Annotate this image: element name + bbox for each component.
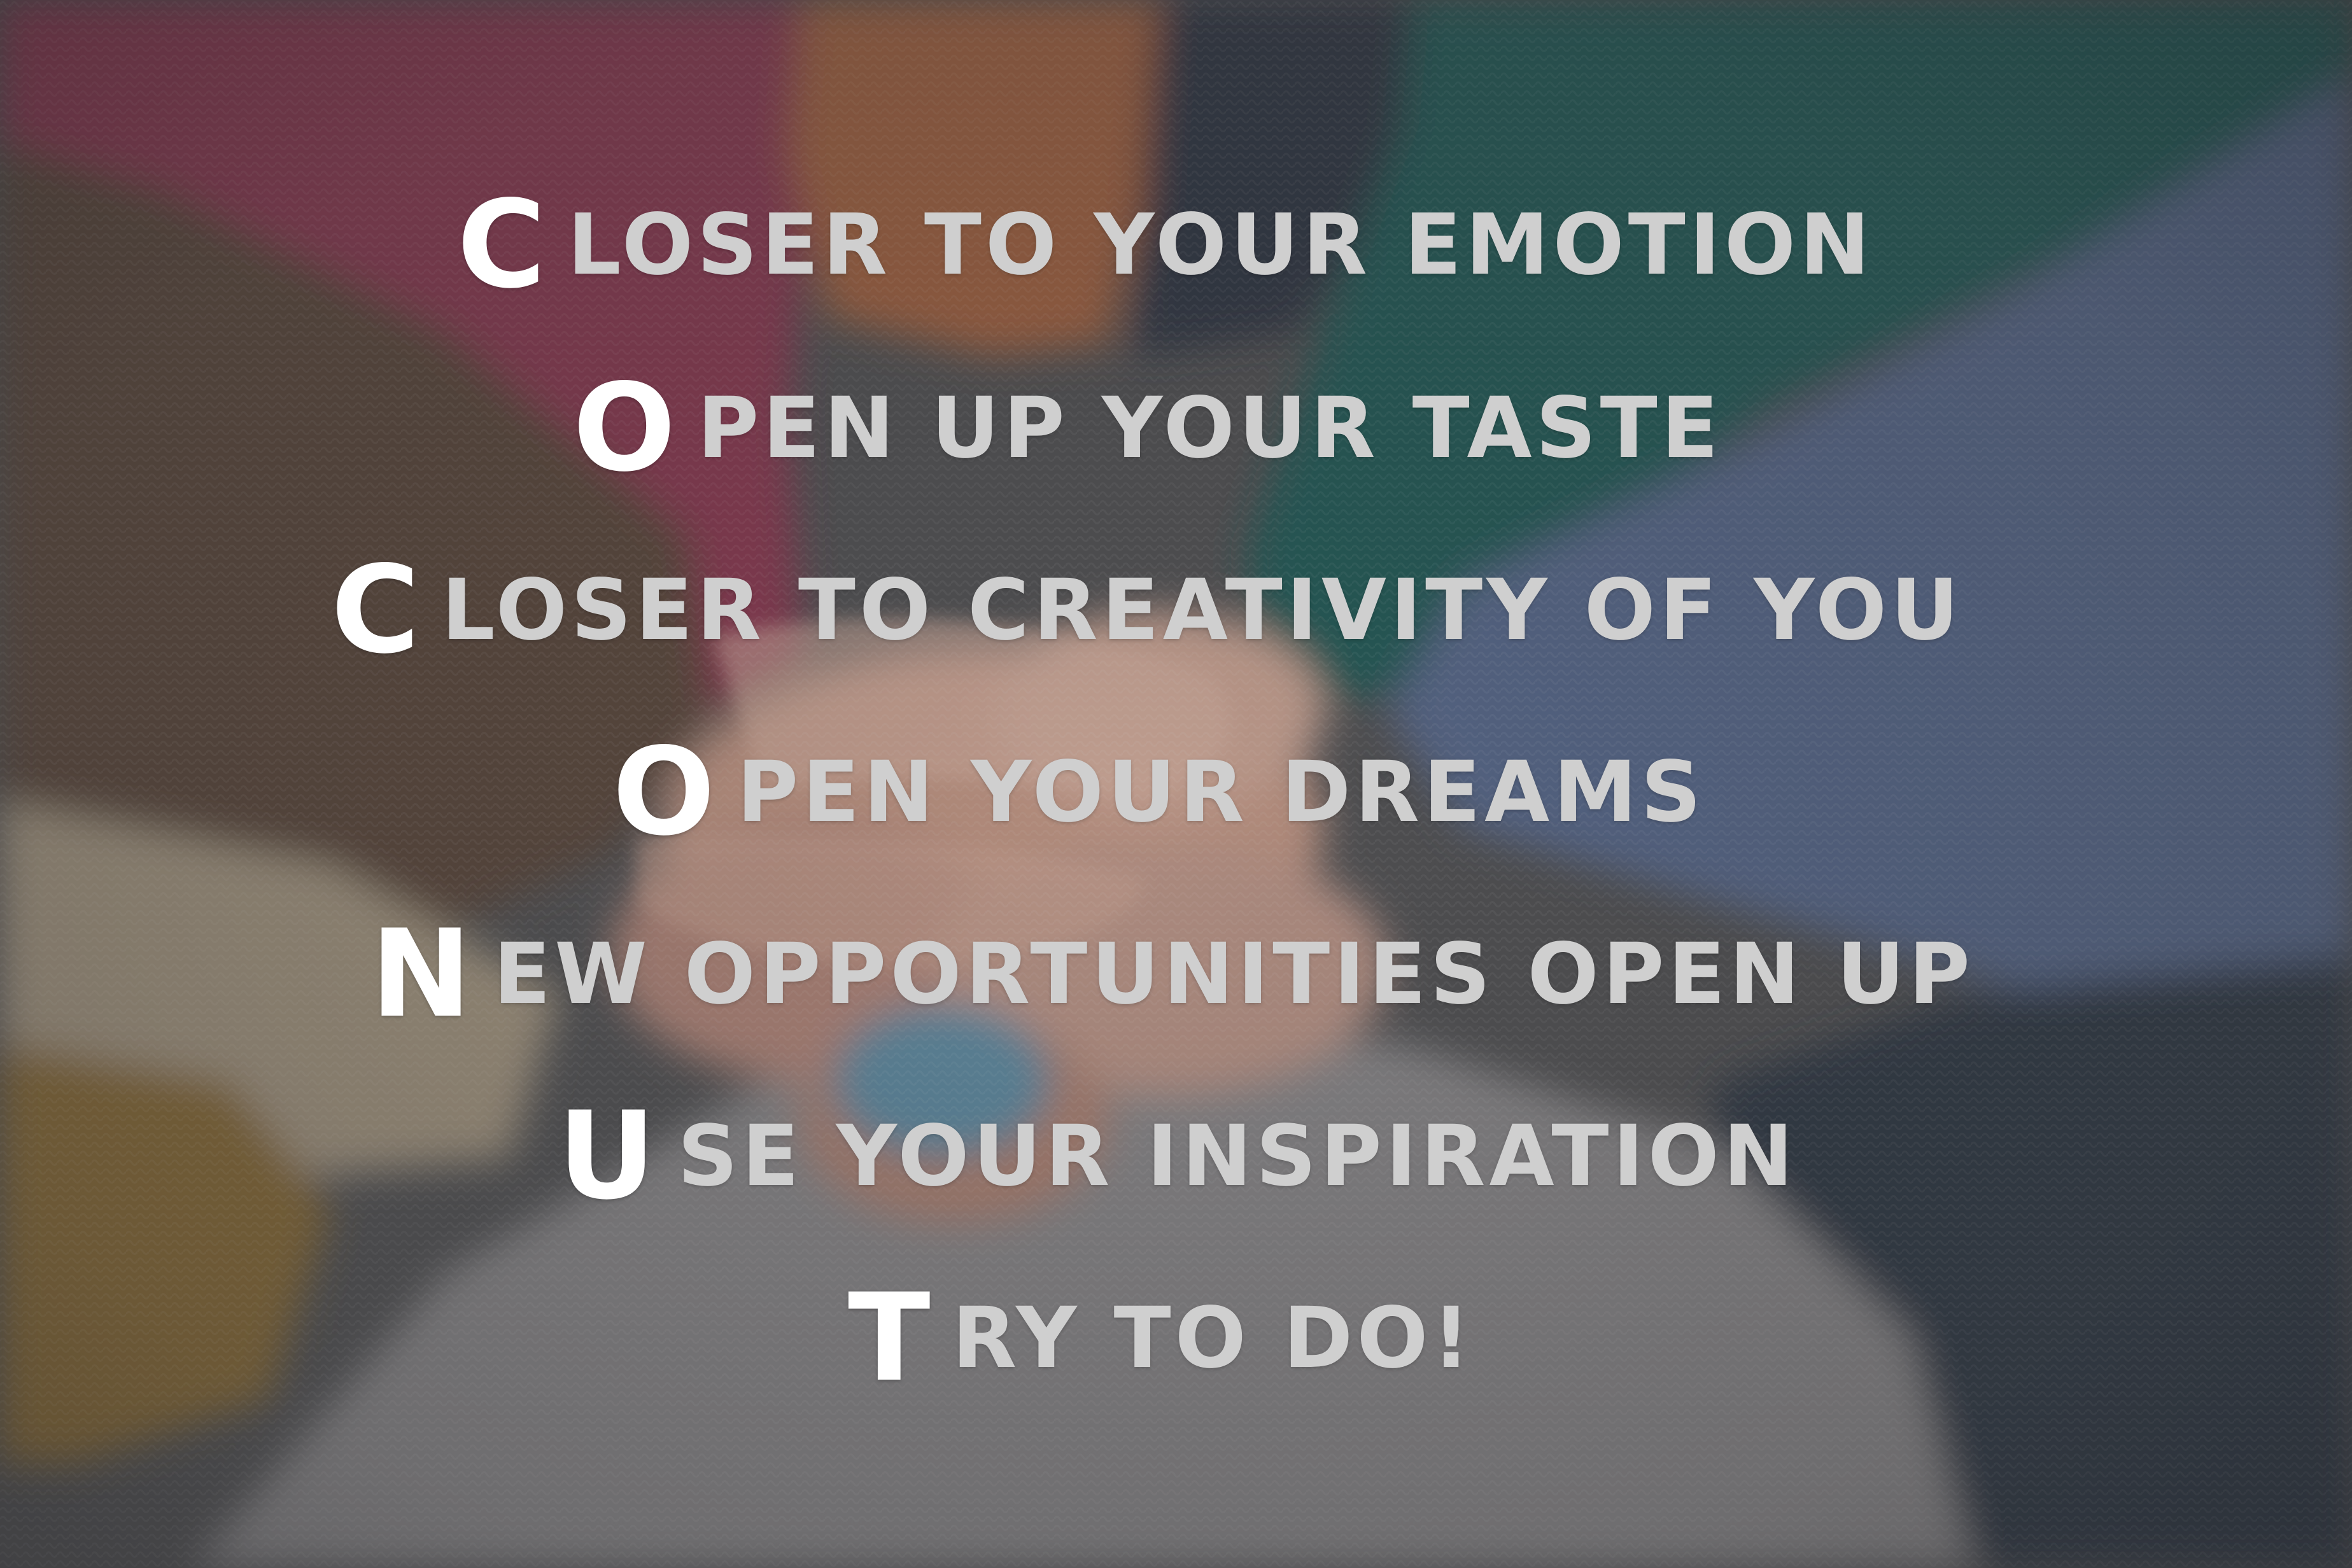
acrostic-text: C LOSER TO YOUR EMOTION O PEN UP YOUR TA… xyxy=(0,0,2352,1568)
acrostic-initial: C xyxy=(457,174,546,315)
acrostic-line-5: N EW OPPORTUNITIES OPEN UP xyxy=(370,914,1974,1035)
acrostic-initial: O xyxy=(612,722,715,862)
poster: C LOSER TO YOUR EMOTION O PEN UP YOUR TA… xyxy=(0,0,2352,1568)
acrostic-line-1: C LOSER TO YOUR EMOTION xyxy=(457,185,1874,305)
acrostic-rest: PEN YOUR DREAMS xyxy=(736,743,1705,841)
acrostic-initial: C xyxy=(331,540,420,680)
acrostic-initial: O xyxy=(573,358,676,498)
acrostic-rest: SE YOUR INSPIRATION xyxy=(677,1107,1798,1205)
acrostic-rest: RY TO DO! xyxy=(952,1289,1474,1387)
acrostic-line-3: C LOSER TO CREATIVITY OF YOU xyxy=(331,550,1962,671)
acrostic-line-7: T RY TO DO! xyxy=(848,1278,1474,1399)
acrostic-initial: T xyxy=(848,1268,931,1408)
acrostic-line-6: U SE YOUR INSPIRATION xyxy=(558,1096,1797,1217)
acrostic-rest: LOSER TO CREATIVITY OF YOU xyxy=(441,561,1963,659)
acrostic-initial: U xyxy=(558,1086,656,1226)
acrostic-rest: PEN UP YOUR TASTE xyxy=(697,379,1722,477)
acrostic-rest: LOSER TO YOUR EMOTION xyxy=(567,196,1874,294)
acrostic-line-4: O PEN YOUR DREAMS xyxy=(612,732,1705,853)
acrostic-initial: N xyxy=(370,904,472,1044)
acrostic-rest: EW OPPORTUNITIES OPEN UP xyxy=(493,925,1975,1023)
acrostic-line-2: O PEN UP YOUR TASTE xyxy=(573,368,1722,489)
